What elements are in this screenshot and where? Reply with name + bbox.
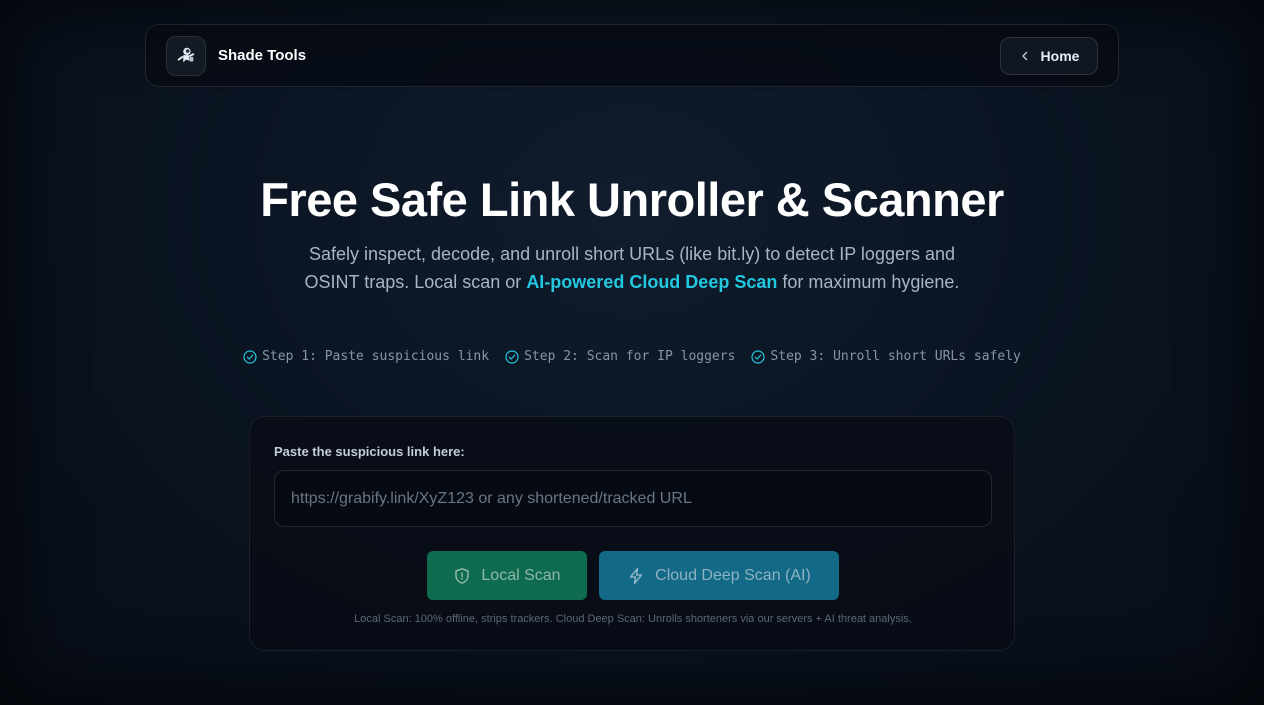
brand-name[interactable]: Shade Tools <box>218 47 306 64</box>
page-subtitle: Safely inspect, decode, and unroll short… <box>292 240 972 296</box>
astronaut-icon[interactable] <box>166 35 206 76</box>
scan-modes-note: Local Scan: 100% offline, strips tracker… <box>354 613 912 625</box>
local-scan-button[interactable]: Local Scan <box>427 551 587 600</box>
step-label: Step 2: Scan for IP loggers <box>524 349 736 364</box>
page-title: Free Safe Link Unroller & Scanner <box>260 173 1004 226</box>
chevron-left-icon <box>1021 51 1027 60</box>
cloud-deep-scan-button[interactable]: Cloud Deep Scan (AI) <box>599 551 839 600</box>
home-button-label: Home <box>1040 47 1080 64</box>
step-item: Step 2: Scan for IP loggers <box>505 349 735 364</box>
url-input[interactable] <box>274 470 992 527</box>
step-item: Step 1: Paste suspicious link <box>243 349 489 364</box>
check-circle-icon <box>505 349 519 364</box>
subtitle-text-end: for maximum hygiene. <box>777 272 960 292</box>
subtitle-highlight: AI-powered Cloud Deep Scan <box>526 272 778 292</box>
shield-icon <box>455 567 470 584</box>
scanner-card: Paste the suspicious link here: Local Sc… <box>249 416 1015 651</box>
cloud-scan-label: Cloud Deep Scan (AI) <box>655 566 811 584</box>
navbar: Shade Tools Home <box>145 24 1119 87</box>
step-item: Step 3: Unroll short URLs safely <box>751 349 1021 364</box>
steps-list: Step 1: Paste suspicious link Step 2: Sc… <box>0 349 1264 364</box>
lightning-icon <box>629 567 643 584</box>
local-scan-label: Local Scan <box>481 566 561 584</box>
check-circle-icon <box>751 349 766 364</box>
step-label: Step 3: Unroll short URLs safely <box>770 349 1021 364</box>
check-circle-icon <box>243 349 257 364</box>
url-input-label: Paste the suspicious link here: <box>274 444 465 459</box>
step-label: Step 1: Paste suspicious link <box>262 349 490 364</box>
home-button[interactable]: Home <box>1000 36 1098 75</box>
